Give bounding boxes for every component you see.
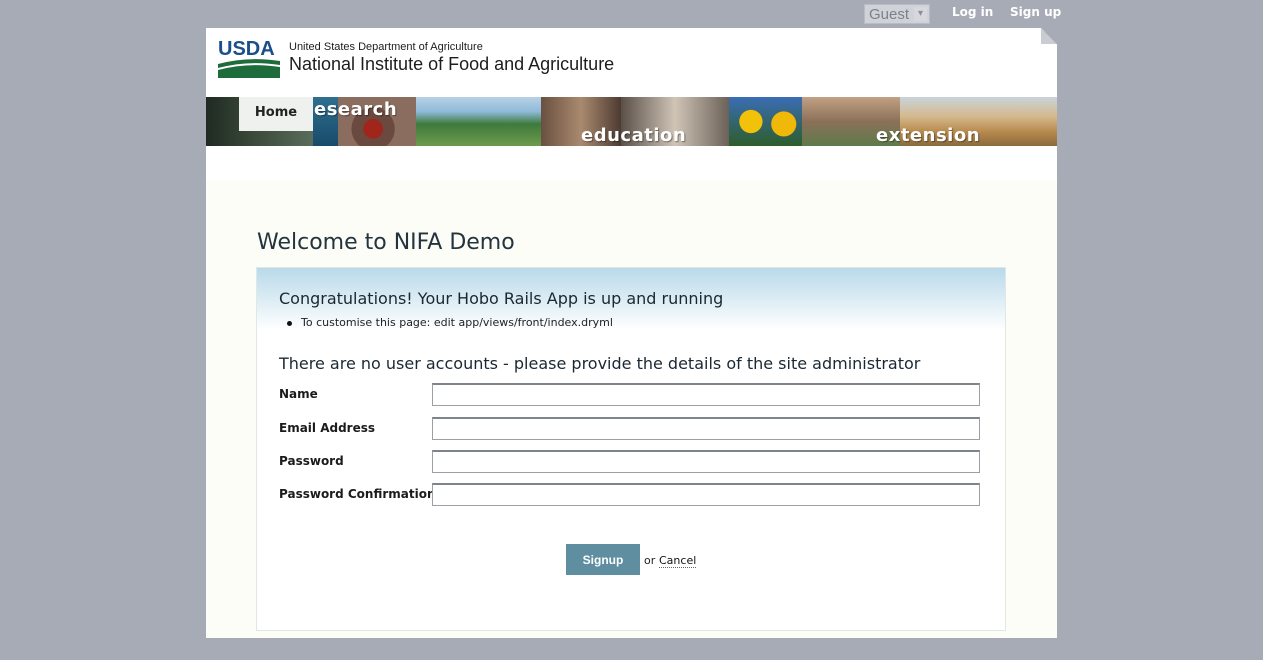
or-text: or	[644, 554, 656, 567]
top-bar: Guest ▾ Log in Sign up	[0, 0, 1263, 28]
login-link[interactable]: Log in	[952, 5, 993, 19]
bullet-icon	[287, 321, 292, 326]
password-label: Password	[279, 454, 344, 468]
name-label: Name	[279, 387, 318, 401]
usda-logo[interactable]: USDA	[218, 37, 280, 79]
page-title: Welcome to NIFA Demo	[257, 230, 515, 255]
password-field[interactable]	[432, 450, 980, 473]
chevron-down-icon[interactable]: ▾	[914, 7, 927, 21]
signup-link[interactable]: Sign up	[1010, 5, 1061, 19]
banner-photo-pond	[416, 97, 541, 146]
welcome-panel: Congratulations! Your Hobo Rails App is …	[256, 267, 1006, 631]
email-field[interactable]	[432, 417, 980, 440]
banner-word-extension: extension	[876, 125, 981, 146]
cancel-link[interactable]: Cancel	[659, 554, 697, 568]
password-confirmation-label: Password Confirmation	[279, 487, 436, 501]
page-corner-fold	[1041, 28, 1057, 44]
banner: esearch education extension Home	[206, 97, 1057, 146]
user-select[interactable]: Guest ▾	[864, 4, 930, 24]
divider-strip	[206, 146, 1057, 180]
customise-tip-text: To customise this page: edit app/views/f…	[301, 316, 613, 329]
password-confirmation-field[interactable]	[432, 483, 980, 506]
banner-photo-sunflowers	[729, 97, 802, 146]
email-label: Email Address	[279, 421, 376, 435]
form-heading: There are no user accounts - please prov…	[279, 354, 921, 373]
user-select-value: Guest	[869, 6, 910, 23]
usda-logo-text: USDA	[218, 38, 275, 60]
congrats-heading: Congratulations! Your Hobo Rails App is …	[279, 289, 724, 308]
department-name: United States Department of Agriculture	[289, 41, 483, 53]
name-field[interactable]	[432, 383, 980, 406]
institute-name: National Institute of Food and Agricultu…	[289, 54, 615, 74]
tab-home[interactable]: Home	[239, 97, 313, 131]
customise-tip: To customise this page: edit app/views/f…	[287, 316, 613, 329]
site-header: USDA United States Department of Agricul…	[206, 28, 1057, 97]
banner-word-research: esearch	[314, 99, 398, 120]
banner-word-education: education	[581, 125, 687, 146]
signup-button[interactable]: Signup	[566, 544, 640, 575]
page-container: USDA United States Department of Agricul…	[206, 28, 1057, 638]
